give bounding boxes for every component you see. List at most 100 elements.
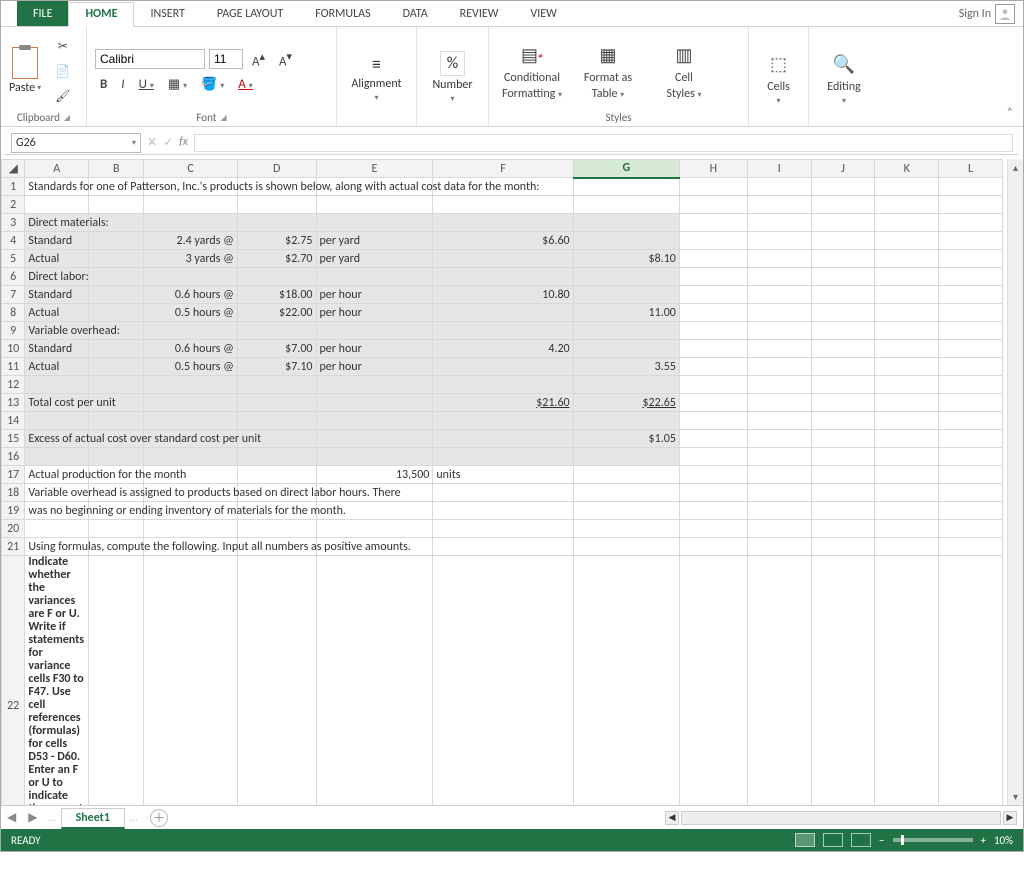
zoom-in-icon[interactable]: + — [981, 834, 986, 847]
cell[interactable] — [573, 520, 679, 538]
cell[interactable] — [679, 484, 747, 502]
cell[interactable] — [939, 178, 1003, 196]
cell[interactable] — [811, 304, 875, 322]
row-header[interactable]: 10 — [2, 340, 25, 358]
cell[interactable] — [875, 232, 939, 250]
cell[interactable]: Total cost per unit — [25, 394, 89, 412]
cell[interactable] — [811, 214, 875, 232]
cell[interactable]: per hour — [316, 340, 433, 358]
cell[interactable] — [747, 466, 811, 484]
cell[interactable] — [316, 322, 433, 340]
cell[interactable] — [433, 250, 573, 268]
cell[interactable] — [811, 430, 875, 448]
cell[interactable] — [679, 394, 747, 412]
cell[interactable] — [433, 304, 573, 322]
cell[interactable] — [573, 556, 679, 806]
cell[interactable] — [747, 304, 811, 322]
cell[interactable] — [89, 448, 144, 466]
row-header[interactable]: 13 — [2, 394, 25, 412]
cell[interactable] — [811, 412, 875, 430]
cancel-formula-icon[interactable]: ✕ — [147, 135, 157, 150]
row-header[interactable]: 11 — [2, 358, 25, 376]
name-box[interactable]: G26▾ — [11, 133, 141, 153]
cell[interactable] — [679, 376, 747, 394]
alignment-button[interactable]: Alignment — [351, 77, 401, 91]
cell[interactable] — [433, 502, 573, 520]
cell[interactable] — [747, 538, 811, 556]
row-header[interactable]: 17 — [2, 466, 25, 484]
cell[interactable] — [747, 358, 811, 376]
scroll-down-icon[interactable]: ▾ — [1013, 790, 1018, 803]
cell[interactable]: Actual — [25, 250, 89, 268]
chevron-down-icon[interactable]: ▾ — [450, 94, 454, 104]
cell[interactable] — [573, 340, 679, 358]
cell[interactable] — [573, 268, 679, 286]
cell[interactable] — [811, 340, 875, 358]
grow-font-icon[interactable]: A▴ — [247, 48, 270, 71]
row-header[interactable]: 15 — [2, 430, 25, 448]
cell[interactable] — [316, 448, 433, 466]
cell[interactable] — [679, 538, 747, 556]
font-size-input[interactable] — [209, 49, 243, 69]
paste-button[interactable]: Paste — [9, 81, 35, 95]
cell[interactable] — [747, 214, 811, 232]
cell[interactable] — [875, 196, 939, 214]
normal-view-icon[interactable] — [795, 833, 815, 847]
cell[interactable] — [939, 448, 1003, 466]
cell[interactable]: per hour — [316, 358, 433, 376]
cell[interactable]: 0.6 hours @ — [144, 340, 238, 358]
cell[interactable] — [811, 196, 875, 214]
cell[interactable] — [875, 538, 939, 556]
col-header[interactable]: G — [573, 160, 679, 178]
cell[interactable] — [875, 430, 939, 448]
cell[interactable] — [89, 232, 144, 250]
cell[interactable] — [939, 538, 1003, 556]
cell[interactable] — [316, 430, 433, 448]
select-all-button[interactable]: ◢ — [2, 160, 25, 178]
cell[interactable] — [811, 232, 875, 250]
row-header[interactable]: 19 — [2, 502, 25, 520]
cell[interactable]: $22.00 — [237, 304, 316, 322]
cell[interactable] — [747, 250, 811, 268]
cell[interactable] — [679, 412, 747, 430]
cell[interactable] — [875, 376, 939, 394]
zoom-slider[interactable] — [893, 838, 973, 842]
cell[interactable] — [811, 448, 875, 466]
formula-bar-input[interactable] — [194, 134, 1013, 152]
row-header[interactable]: 12 — [2, 376, 25, 394]
chevron-down-icon[interactable]: ▾ — [132, 138, 136, 148]
dialog-launcher-icon[interactable]: ◢ — [220, 113, 226, 123]
cell[interactable]: Standard — [25, 286, 89, 304]
cell[interactable] — [747, 412, 811, 430]
cell[interactable] — [316, 520, 433, 538]
cell[interactable] — [939, 304, 1003, 322]
cell[interactable] — [573, 232, 679, 250]
cell[interactable] — [573, 214, 679, 232]
cell[interactable] — [939, 556, 1003, 806]
cell[interactable] — [875, 394, 939, 412]
cell[interactable] — [939, 412, 1003, 430]
cells-button[interactable]: ⬚ Cells ▾ — [757, 50, 800, 106]
cell[interactable] — [237, 556, 316, 806]
cell[interactable] — [811, 466, 875, 484]
cell[interactable] — [875, 556, 939, 806]
sign-in[interactable]: Sign In — [959, 4, 1015, 24]
cell[interactable] — [573, 448, 679, 466]
cell[interactable] — [939, 232, 1003, 250]
cell[interactable] — [89, 196, 144, 214]
cell[interactable]: 2.4 yards @ — [144, 232, 238, 250]
cell[interactable] — [237, 448, 316, 466]
cell[interactable] — [679, 322, 747, 340]
cell[interactable] — [747, 196, 811, 214]
cell[interactable]: Direct materials: — [25, 214, 89, 232]
cell[interactable] — [747, 394, 811, 412]
cell[interactable] — [433, 376, 573, 394]
cell[interactable] — [875, 286, 939, 304]
cell[interactable] — [433, 520, 573, 538]
cell[interactable] — [875, 358, 939, 376]
cell[interactable] — [316, 196, 433, 214]
cell[interactable] — [747, 322, 811, 340]
bold-button[interactable]: B — [95, 75, 112, 94]
cell[interactable] — [25, 448, 89, 466]
row-header[interactable]: 2 — [2, 196, 25, 214]
